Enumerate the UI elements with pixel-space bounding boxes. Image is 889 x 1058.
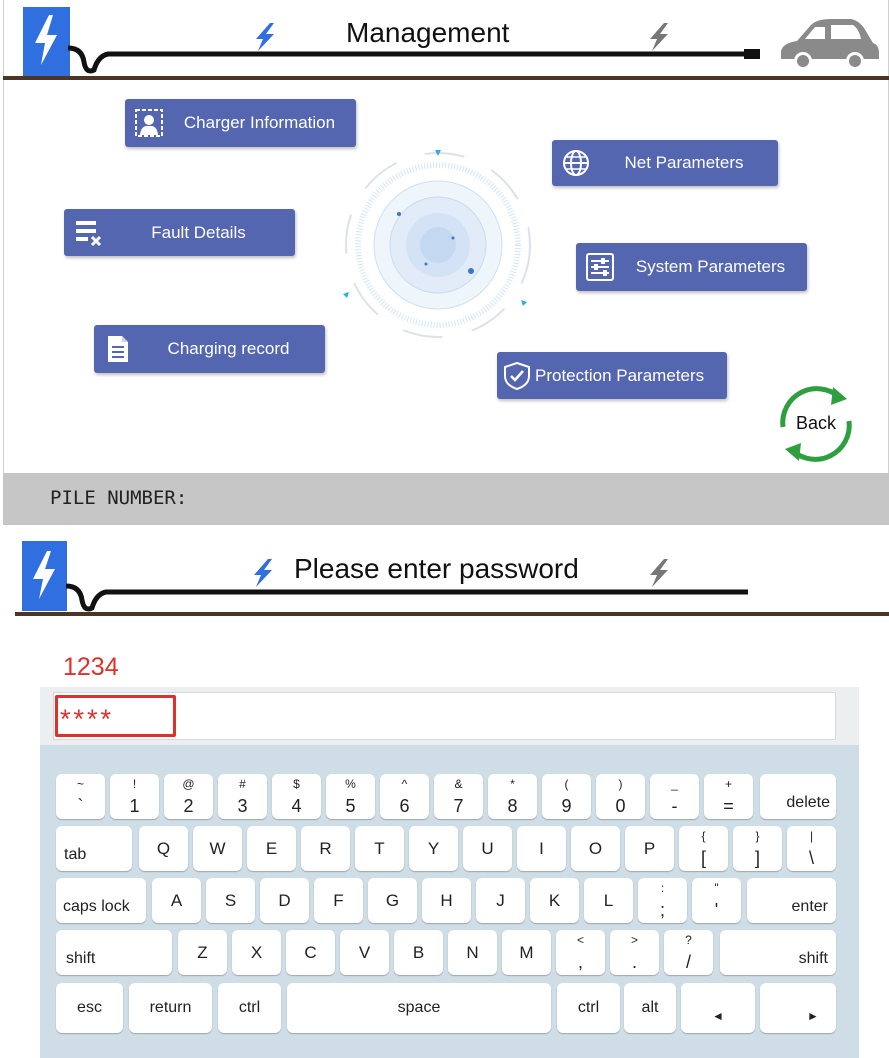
header-divider [15,612,889,616]
key-r[interactable]: R [301,826,350,871]
key-7[interactable]: & 7 [434,774,483,819]
key-u[interactable]: U [463,826,512,871]
key-i[interactable]: I [517,826,566,871]
key-a[interactable]: A [152,878,201,923]
key-backtick[interactable]: ~ ` [56,774,105,819]
key-slash[interactable]: ? / [664,930,713,975]
key-equals[interactable]: + = [704,774,753,819]
key-5[interactable]: % 5 [326,774,375,819]
key-q[interactable]: Q [139,826,188,871]
key-delete[interactable]: delete [760,774,836,819]
key-z[interactable]: Z [178,930,227,975]
key-b[interactable]: B [394,930,443,975]
radar-decoration [335,150,545,340]
key-p[interactable]: P [625,826,674,871]
key-shift-right[interactable]: shift [720,930,836,975]
left-arrow-icon: ◄ [712,1009,724,1023]
back-label: Back [796,413,837,433]
password-hint: 1234 [63,653,119,681]
charger-logo-icon [22,541,67,611]
key-3[interactable]: #3 [218,774,267,819]
system-parameters-button[interactable]: System Parameters [576,243,807,291]
key-esc[interactable]: esc [56,983,123,1033]
key-n[interactable]: N [448,930,497,975]
shield-icon [503,361,531,390]
key-g[interactable]: G [368,878,417,923]
key-0[interactable]: ) 0 [596,774,645,819]
header-divider [3,76,889,80]
key-k[interactable]: K [530,878,579,923]
charging-record-button[interactable]: Charging record [94,325,325,373]
key-e[interactable]: E [247,826,296,871]
car-icon [773,15,883,73]
globe-icon [562,149,590,177]
key-caps-lock[interactable]: caps lock [56,878,146,923]
key-minus[interactable]: _ - [650,774,699,819]
key-1[interactable]: ! 1 [110,774,159,819]
key-quote[interactable]: " ' [692,878,741,923]
highlight-box [55,695,176,737]
key-x[interactable]: X [232,930,281,975]
fault-list-icon [74,219,102,247]
page-title: Management [346,17,510,48]
key-4[interactable]: $4 [272,774,321,819]
key-return[interactable]: return [129,983,212,1033]
lightning-icon [644,558,674,588]
key-s[interactable]: S [206,878,255,923]
key-h[interactable]: H [422,878,471,923]
protection-parameters-button[interactable]: Protection Parameters [497,352,727,399]
key-semicolon[interactable]: :; [638,878,687,923]
key-open-bracket[interactable]: {[ [679,826,728,871]
key-tab[interactable]: tab [56,826,132,871]
key-c[interactable]: C [286,930,335,975]
key-ctrl-left[interactable]: ctrl [218,983,281,1033]
key-shift-left[interactable]: shift [56,930,172,975]
key-l[interactable]: L [584,878,633,923]
charger-logo-icon [23,7,70,77]
key-alt[interactable]: alt [624,983,676,1033]
pile-number-label: PILE NUMBER: [50,487,188,509]
fault-details-button[interactable]: Fault Details [64,209,295,256]
charger-information-button[interactable]: Charger Information [125,99,356,147]
sliders-icon [586,253,614,281]
key-t[interactable]: T [355,826,404,871]
right-arrow-icon: ► [807,1009,819,1023]
key-enter[interactable]: enter [747,878,836,923]
key-v[interactable]: V [340,930,389,975]
key-right-arrow[interactable]: ► [760,983,836,1033]
key-9[interactable]: (9 [542,774,591,819]
charger-info-icon [135,109,163,137]
key-6[interactable]: ^ 6 [380,774,429,819]
key-y[interactable]: Y [409,826,458,871]
key-close-bracket[interactable]: }] [733,826,782,871]
back-button[interactable]: Back [773,383,859,465]
key-8[interactable]: * 8 [488,774,537,819]
lightning-icon [250,22,280,52]
key-comma[interactable]: <, [556,930,605,975]
key-f[interactable]: F [314,878,363,923]
key-m[interactable]: M [502,930,551,975]
lightning-icon [248,558,278,588]
key-w[interactable]: W [193,826,242,871]
key-j[interactable]: J [476,878,525,923]
document-icon [104,335,132,363]
lightning-icon [644,22,674,52]
key-period[interactable]: >. [610,930,659,975]
key-backslash[interactable]: | \ [787,826,836,871]
key-d[interactable]: D [260,878,309,923]
key-2[interactable]: @2 [164,774,213,819]
key-left-arrow[interactable]: ◄ [681,983,755,1033]
password-title: Please enter password [294,553,579,584]
net-parameters-button[interactable]: Net Parameters [552,140,778,186]
key-o[interactable]: O [571,826,620,871]
key-ctrl-right[interactable]: ctrl [557,983,620,1033]
key-space[interactable]: space [287,983,551,1033]
